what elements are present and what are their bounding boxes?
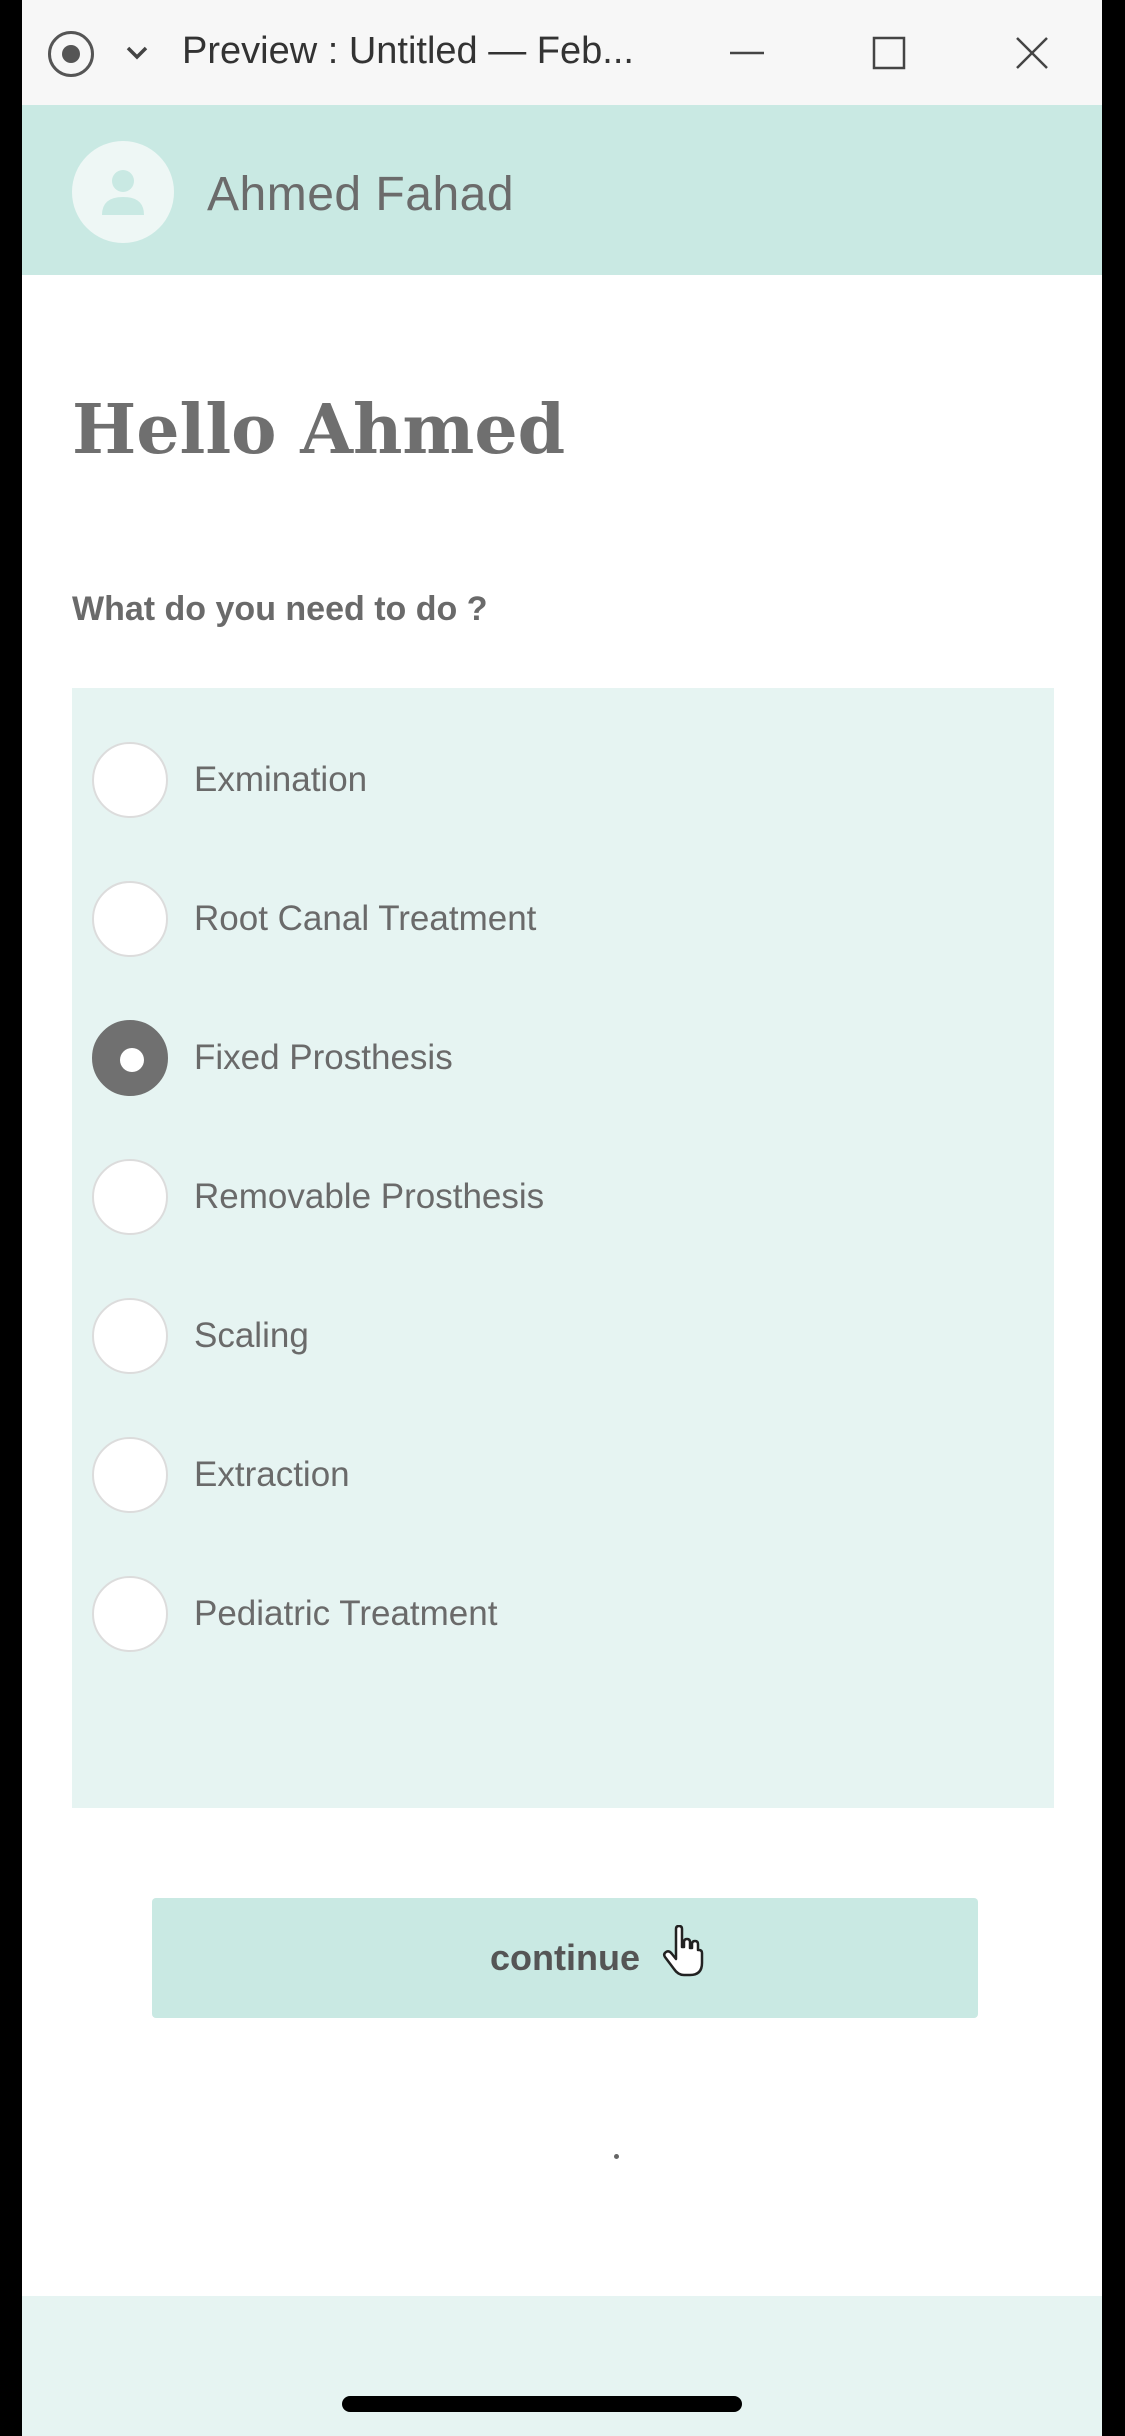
avatar[interactable] [72, 141, 174, 243]
option-label: Pediatric Treatment [194, 1594, 498, 1633]
option-label: Extraction [194, 1455, 350, 1494]
option-root-canal-treatment[interactable]: Root Canal Treatment [92, 879, 992, 959]
option-label: Fixed Prosthesis [194, 1038, 453, 1077]
footer-bar [22, 2296, 1102, 2436]
radio-button[interactable] [92, 742, 168, 818]
option-examination[interactable]: Exmination [92, 740, 992, 820]
loading-dot [614, 2154, 619, 2159]
record-icon[interactable] [48, 31, 94, 77]
app-window: Preview : Untitled — Feb... Ahmed Fahad … [22, 0, 1102, 2436]
window-title: Preview : Untitled — Feb... [182, 30, 634, 72]
maximize-icon[interactable] [864, 28, 914, 78]
option-extraction[interactable]: Extraction [92, 1435, 992, 1515]
close-icon[interactable] [1007, 28, 1057, 78]
option-scaling[interactable]: Scaling [92, 1296, 992, 1376]
option-label: Root Canal Treatment [194, 899, 537, 938]
continue-button[interactable]: continue [152, 1898, 978, 2018]
radio-button[interactable] [92, 881, 168, 957]
radio-button[interactable] [92, 1298, 168, 1374]
radio-button-selected[interactable] [92, 1020, 168, 1096]
user-icon [102, 170, 144, 215]
option-fixed-prosthesis[interactable]: Fixed Prosthesis [92, 1018, 992, 1098]
chevron-down-icon[interactable] [122, 38, 152, 68]
option-pediatric-treatment[interactable]: Pediatric Treatment [92, 1574, 992, 1654]
home-indicator[interactable] [342, 2396, 742, 2412]
user-name: Ahmed Fahad [207, 168, 515, 221]
radio-button[interactable] [92, 1437, 168, 1513]
hand-cursor-icon [662, 1925, 704, 1977]
window-titlebar: Preview : Untitled — Feb... [22, 0, 1102, 105]
options-panel: Exmination Root Canal Treatment Fixed Pr… [72, 688, 1054, 1808]
option-label: Exmination [194, 760, 368, 799]
question-label: What do you need to do ? [72, 590, 488, 628]
option-label: Removable Prosthesis [194, 1177, 545, 1216]
option-label: Scaling [194, 1316, 309, 1355]
page-title: Hello Ahmed [72, 390, 566, 470]
profile-header: Ahmed Fahad [22, 105, 1102, 275]
minimize-icon[interactable] [722, 28, 772, 78]
radio-button[interactable] [92, 1576, 168, 1652]
option-removable-prosthesis[interactable]: Removable Prosthesis [92, 1157, 992, 1237]
radio-button[interactable] [92, 1159, 168, 1235]
